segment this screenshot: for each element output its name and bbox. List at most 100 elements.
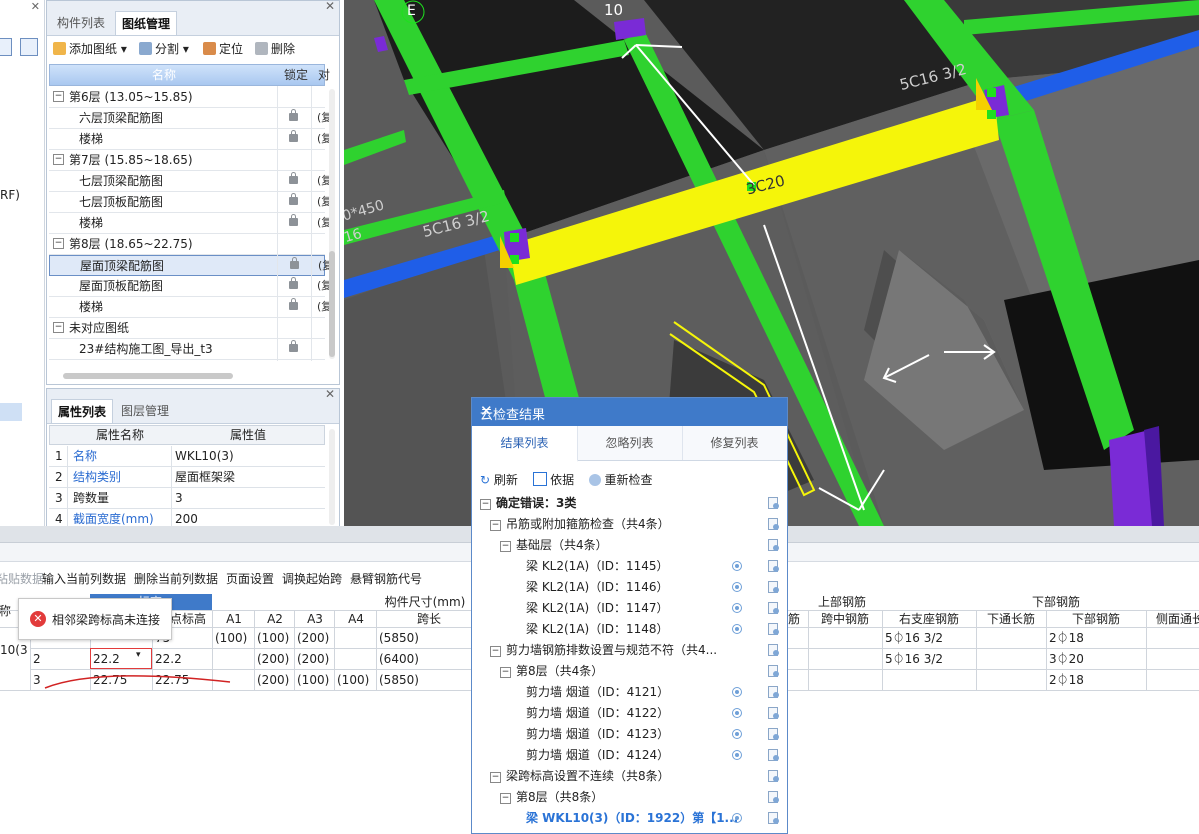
result-item[interactable]: 剪力墙 烟道（ID：4122）	[472, 703, 787, 724]
lock-icon[interactable]	[289, 214, 298, 226]
lock-icon[interactable]	[289, 277, 298, 289]
horizontal-scrollbar[interactable]	[63, 373, 233, 379]
cell-a2[interactable]: (100)	[254, 628, 289, 648]
locate-icon[interactable]	[732, 582, 742, 592]
cell-bot[interactable]: 3⏀20	[1046, 649, 1084, 669]
refresh-button[interactable]: ↻ 刷新	[480, 473, 518, 487]
drawing-row[interactable]: 23#结构施工图_导出_t3	[49, 339, 325, 360]
collapse-icon[interactable]: −	[53, 91, 64, 102]
collapse-icon[interactable]: −	[500, 793, 511, 804]
drawing-row[interactable]: 六层顶梁配筋图 (复	[49, 108, 332, 129]
tab-property-list[interactable]: 属性列表	[51, 399, 114, 423]
grid-view-icon[interactable]	[20, 38, 38, 56]
drawing-row[interactable]: 楼梯 (复	[49, 297, 332, 318]
tab-ignore-list[interactable]: 忽略列表	[577, 426, 683, 460]
locate-icon[interactable]	[732, 687, 742, 697]
locate-icon[interactable]	[732, 561, 742, 571]
cell-right[interactable]: 5⏀16 3/2	[882, 628, 943, 648]
property-value[interactable]: 屋面框架梁	[175, 467, 235, 487]
locate-icon[interactable]	[732, 624, 742, 634]
lock-icon[interactable]	[289, 172, 298, 184]
cell-bot[interactable]: 2⏀18	[1046, 628, 1084, 648]
view-doc-icon[interactable]	[768, 812, 779, 824]
column-cut[interactable]: 对	[318, 65, 330, 85]
property-row[interactable]: 1 名称 WKL10(3)	[49, 446, 325, 467]
drawing-row[interactable]: 七层顶板配筋图 (复	[49, 192, 332, 213]
lock-icon[interactable]	[289, 109, 298, 121]
result-group[interactable]: − 基础层（共4条）	[472, 535, 787, 556]
cell-len[interactable]: (6400)	[376, 649, 419, 669]
recheck-button[interactable]: 重新检查	[589, 473, 652, 487]
result-group[interactable]: − 确定错误：3类	[472, 493, 787, 514]
delete-column-data-button[interactable]: 删除当前列数据	[134, 570, 218, 587]
cell-len[interactable]: (5850)	[376, 670, 419, 690]
dropdown-arrow-icon[interactable]: ▾	[136, 650, 141, 660]
locate-icon[interactable]	[732, 729, 742, 739]
paste-data-button[interactable]: 粘贴数据	[0, 570, 44, 587]
cell-a1[interactable]: (100)	[212, 628, 247, 648]
result-item[interactable]: 梁 KL2(1A)（ID：1145）	[472, 556, 787, 577]
tree-group-row[interactable]: − 第7层 (15.85~18.65)	[49, 150, 325, 171]
cell-a3[interactable]: (200)	[294, 628, 329, 648]
delete-button[interactable]: 删除	[255, 40, 295, 58]
tab-result-list[interactable]: 结果列表	[472, 426, 578, 462]
result-group[interactable]: − 梁跨标高设置不连续（共8条）	[472, 766, 787, 787]
cell-a2[interactable]: (200)	[254, 670, 289, 690]
view-doc-icon[interactable]	[768, 707, 779, 719]
swap-start-span-button[interactable]: 调换起始跨	[282, 570, 342, 587]
cell-a2[interactable]: (200)	[254, 649, 289, 669]
cell-len[interactable]: (5850)	[376, 628, 419, 648]
result-item[interactable]: 梁 KL2(1A)（ID：1146）	[472, 577, 787, 598]
tree-group-row[interactable]: − 未对应图纸	[49, 318, 325, 339]
view-doc-icon[interactable]	[768, 686, 779, 698]
view-doc-icon[interactable]	[768, 539, 779, 551]
locate-button[interactable]: 定位	[203, 40, 243, 58]
cell-a3[interactable]: (200)	[294, 649, 329, 669]
result-group[interactable]: − 第8层（共4条）	[472, 661, 787, 682]
tab-drawing-management[interactable]: 图纸管理	[115, 11, 178, 35]
view-doc-icon[interactable]	[768, 644, 779, 656]
cell-a3[interactable]: (100)	[294, 670, 329, 690]
collapse-icon[interactable]: −	[500, 541, 511, 552]
page-setup-button[interactable]: 页面设置	[226, 570, 274, 587]
view-doc-icon[interactable]	[768, 770, 779, 782]
collapse-icon[interactable]: −	[490, 646, 501, 657]
tab-layer-management[interactable]: 图层管理	[115, 399, 175, 423]
drawing-row[interactable]: 屋面顶板配筋图 (复	[49, 276, 332, 297]
vertical-scrollbar[interactable]	[329, 429, 335, 525]
cell-bot[interactable]: 2⏀18	[1046, 670, 1084, 690]
view-doc-icon[interactable]	[768, 728, 779, 740]
collapse-icon[interactable]: −	[53, 154, 64, 165]
cell-right[interactable]: 5⏀16 3/2	[882, 649, 943, 669]
scrollbar-thumb[interactable]	[329, 251, 335, 357]
result-item[interactable]: 梁 KL2(1A)（ID：1148）	[472, 619, 787, 640]
basis-button[interactable]: 依据	[533, 472, 574, 487]
close-icon[interactable]: ✕	[480, 402, 779, 420]
collapse-icon[interactable]: −	[490, 772, 501, 783]
cantilever-code-button[interactable]: 悬臂钢筋代号	[350, 570, 422, 587]
property-row[interactable]: 2 结构类别 屋面框架梁	[49, 467, 325, 488]
view-doc-icon[interactable]	[768, 581, 779, 593]
add-drawing-button[interactable]: 添加图纸 ▾	[53, 40, 127, 58]
view-doc-icon[interactable]	[768, 791, 779, 803]
property-row[interactable]: 3 跨数量 3	[49, 488, 325, 509]
view-doc-icon[interactable]	[768, 623, 779, 635]
locate-icon[interactable]	[732, 603, 742, 613]
lock-icon[interactable]	[289, 340, 298, 352]
lock-icon[interactable]	[289, 193, 298, 205]
view-doc-icon[interactable]	[768, 518, 779, 530]
drawing-row[interactable]: 屋面顶梁配筋图 (复	[49, 255, 333, 276]
locate-icon[interactable]	[732, 708, 742, 718]
drawing-row[interactable]: 七层顶梁配筋图 (复	[49, 171, 332, 192]
drawing-row[interactable]: 楼梯 (复	[49, 213, 332, 234]
collapse-icon[interactable]: −	[480, 499, 491, 510]
result-item[interactable]: 剪力墙 烟道（ID：4121）	[472, 682, 787, 703]
locate-icon[interactable]	[732, 750, 742, 760]
close-icon[interactable]: ✕	[325, 0, 335, 13]
result-group[interactable]: − 第8层（共8条）	[472, 787, 787, 808]
result-item[interactable]: 剪力墙 烟道（ID：4124）	[472, 745, 787, 766]
column-name[interactable]: 名称	[152, 65, 176, 85]
property-value[interactable]: WKL10(3)	[175, 446, 234, 466]
view-doc-icon[interactable]	[768, 560, 779, 572]
property-value[interactable]: 3	[175, 488, 183, 508]
